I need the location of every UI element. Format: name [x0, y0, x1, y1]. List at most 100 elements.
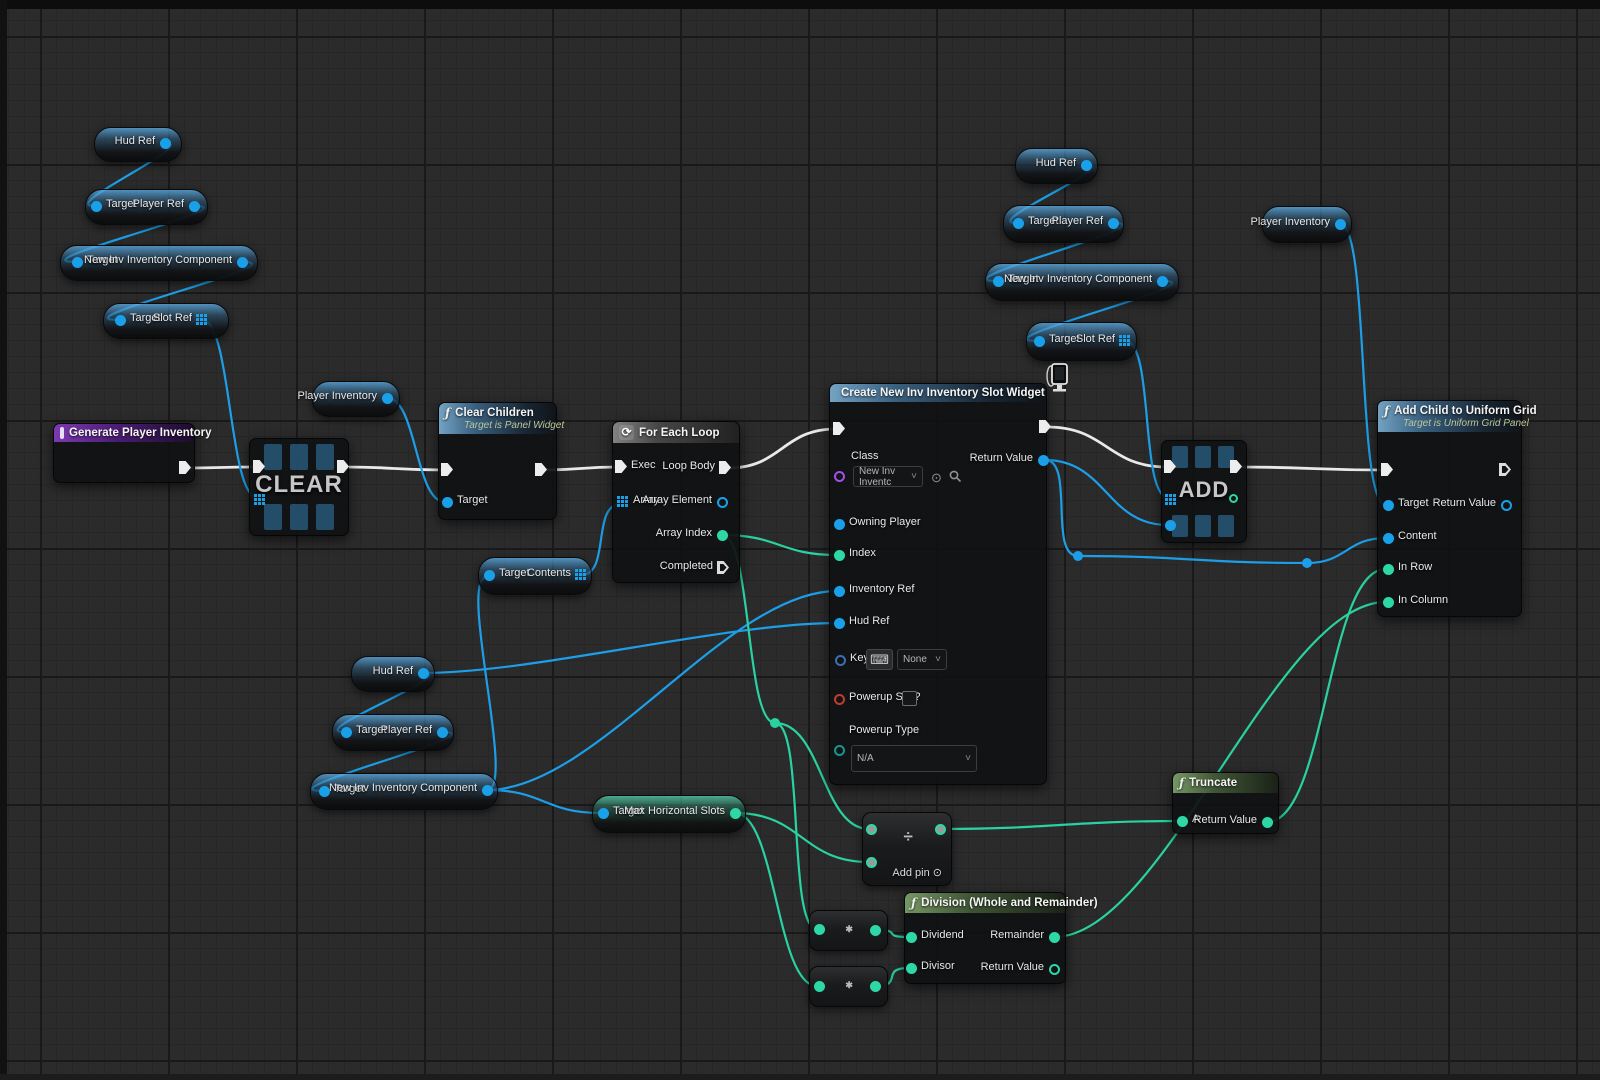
multiply-bottom-a-in[interactable]: [814, 981, 825, 992]
get-max-horizontal-slots-target-in[interactable]: [598, 808, 609, 819]
truncate-title: Truncate: [1189, 777, 1237, 789]
get-hud-ref-topleft-hud-ref-out[interactable]: [160, 138, 171, 149]
array-add-item-in[interactable]: [1165, 520, 1176, 531]
get-inv-component-topleft-target-in[interactable]: [72, 257, 83, 268]
array-add-array-in[interactable]: [1165, 494, 1176, 505]
get-slot-ref-topright-slot-ref-out[interactable]: [1119, 335, 1130, 346]
get-inv-component-bottom-target-in[interactable]: [319, 786, 330, 797]
get-slot-ref-topleft-target-in[interactable]: [115, 315, 126, 326]
truncate-return-value-out[interactable]: [1262, 817, 1273, 828]
get-player-ref-topright-target-in[interactable]: [1013, 218, 1024, 229]
create-inv-slot-widget-hud-ref-in[interactable]: [834, 618, 845, 629]
function-icon: ƒ: [1384, 404, 1389, 418]
divide-symbol: ÷: [903, 827, 912, 847]
division-whole-remainder-return-value-out[interactable]: [1049, 964, 1060, 975]
search-icon: [948, 469, 962, 483]
for-each-loop-loop-body-out[interactable]: [719, 461, 731, 474]
create-inv-slot-widget-powerup-slot-in[interactable]: [834, 694, 845, 705]
array-add-exec-in[interactable]: [1164, 460, 1176, 473]
add-child-to-uniform-grid-return-value-out[interactable]: [1501, 500, 1512, 511]
array-add-index-out[interactable]: [1229, 494, 1238, 503]
for-each-loop-array-index-out[interactable]: [717, 530, 728, 541]
divide-b-in[interactable]: [866, 857, 877, 868]
for-each-loop-array-in[interactable]: [617, 496, 628, 507]
get-hud-ref-bottom-hud-ref-out[interactable]: [418, 668, 429, 679]
array-clear-exec-out[interactable]: [337, 460, 349, 473]
array-clear-exec-in[interactable]: [253, 460, 265, 473]
for-each-loop-array-element-out[interactable]: [717, 497, 728, 508]
truncate-a-in[interactable]: [1177, 816, 1188, 827]
create-powerup-slot-checkbox[interactable]: [902, 691, 917, 706]
division-whole-remainder-remainder-out-label: Remainder: [990, 929, 1044, 941]
multiply-top-a-in[interactable]: [814, 924, 825, 935]
array-clear-array-in[interactable]: [254, 494, 265, 505]
create-class-use-asset-icon[interactable]: ⊙: [931, 470, 942, 486]
create-inv-slot-widget-exec-out[interactable]: [1039, 420, 1051, 433]
create-inv-slot-widget-hud-ref-in-label: Hud Ref: [849, 615, 889, 627]
array-clear[interactable]: CLEAR: [249, 438, 349, 536]
add-child-to-uniform-grid-target-in[interactable]: [1383, 500, 1394, 511]
create-class-browse-icon[interactable]: [948, 469, 962, 486]
create-class-dropdown-chevron-icon: ˅: [911, 471, 917, 482]
get-player-ref-topleft-target-in[interactable]: [91, 201, 102, 212]
event-generate-player-inventory-exec-out[interactable]: [179, 461, 191, 474]
create-inv-slot-widget-return-value-out[interactable]: [1038, 455, 1049, 466]
for-each-loop-exec-in[interactable]: [615, 460, 627, 473]
create-key-dropdown[interactable]: None˅: [897, 649, 947, 670]
division-whole-remainder-divisor-in[interactable]: [906, 963, 917, 974]
get-inv-component-bottom-inv-component-out[interactable]: [482, 785, 493, 796]
create-key-keyboard-button[interactable]: ⌨: [866, 649, 893, 670]
get-player-ref-bottom-player-ref-out[interactable]: [437, 727, 448, 738]
add-child-to-uniform-grid-content-in[interactable]: [1383, 533, 1394, 544]
get-contents-contents-out[interactable]: [575, 569, 586, 580]
create-inv-slot-widget-exec-in[interactable]: [833, 422, 845, 435]
add-child-to-uniform-grid-in-row-in[interactable]: [1383, 564, 1394, 575]
get-contents-target-in-label: Target: [499, 567, 530, 579]
get-inv-component-topright-inv-component-out[interactable]: [1157, 276, 1168, 287]
create-inv-slot-widget-owning-player-in[interactable]: [834, 519, 845, 530]
multiply-top-symbol: ✱: [845, 924, 853, 935]
clear-children[interactable]: ƒClear ChildrenTarget is Panel Widget: [438, 402, 557, 520]
get-inv-component-topleft-inv-component-out[interactable]: [237, 257, 248, 268]
get-slot-ref-topleft-slot-ref-out[interactable]: [196, 314, 207, 325]
add-child-to-uniform-grid-header: ƒAdd Child to Uniform GridTarget is Unif…: [1378, 401, 1521, 432]
get-player-ref-topleft-player-ref-out[interactable]: [189, 201, 200, 212]
get-max-horizontal-slots-max-horizontal-slots-out[interactable]: [730, 808, 741, 819]
get-slot-ref-topright-target-in[interactable]: [1034, 336, 1045, 347]
for-each-loop-completed-out[interactable]: [717, 561, 729, 574]
create-inv-slot-widget-class-in[interactable]: [834, 471, 845, 482]
division-whole-remainder-dividend-in[interactable]: [906, 932, 917, 943]
canvas-top-edge: [0, 0, 1600, 9]
multiply-bottom-result-out[interactable]: [870, 981, 881, 992]
add-child-to-uniform-grid-exec-in[interactable]: [1381, 463, 1393, 476]
clear-children-exec-in[interactable]: [441, 463, 453, 476]
create-inv-slot-widget-index-in[interactable]: [834, 550, 845, 561]
divide-a-in[interactable]: [866, 824, 877, 835]
create-class-dropdown[interactable]: New Inv Inventc˅: [853, 466, 923, 487]
multiply-top-result-out[interactable]: [870, 925, 881, 936]
get-player-ref-bottom-target-in[interactable]: [341, 727, 352, 738]
division-whole-remainder-remainder-out[interactable]: [1049, 932, 1060, 943]
add-child-to-uniform-grid-exec-out[interactable]: [1499, 463, 1511, 476]
get-player-inventory-topright-player-inventory-out[interactable]: [1335, 219, 1346, 230]
clear-children-exec-out[interactable]: [535, 463, 547, 476]
monitor-cursor-icon: [1046, 362, 1070, 399]
get-inv-component-topright-target-in[interactable]: [993, 276, 1004, 287]
function-icon: ƒ: [1179, 776, 1184, 790]
division-whole-remainder-header: ƒDivision (Whole and Remainder): [905, 893, 1065, 913]
get-contents-target-in[interactable]: [484, 570, 495, 581]
add-child-to-uniform-grid-in-column-in[interactable]: [1383, 597, 1394, 608]
get-player-inventory-left-player-inventory-out[interactable]: [382, 393, 393, 404]
create-inv-slot-widget-powerup-type-in[interactable]: [834, 745, 845, 756]
array-add-exec-out[interactable]: [1230, 460, 1242, 473]
blueprint-canvas[interactable]: Hud RefTargetPlayer RefTargetNew Inv Inv…: [0, 0, 1600, 1080]
create-powerup-type-dropdown[interactable]: N/A˅: [851, 745, 977, 772]
divide-result-out[interactable]: [935, 824, 946, 835]
create-inv-slot-widget-key-in[interactable]: [835, 655, 846, 666]
create-inv-slot-widget-inventory-ref-in[interactable]: [834, 586, 845, 597]
divide-add-pin[interactable]: Add pin ⊙: [892, 866, 942, 879]
get-hud-ref-topright-hud-ref-out[interactable]: [1081, 160, 1092, 171]
event-generate-player-inventory[interactable]: Generate Player Inventory: [53, 423, 195, 483]
clear-children-target-in[interactable]: [442, 497, 453, 508]
get-player-ref-topright-player-ref-out[interactable]: [1108, 218, 1119, 229]
